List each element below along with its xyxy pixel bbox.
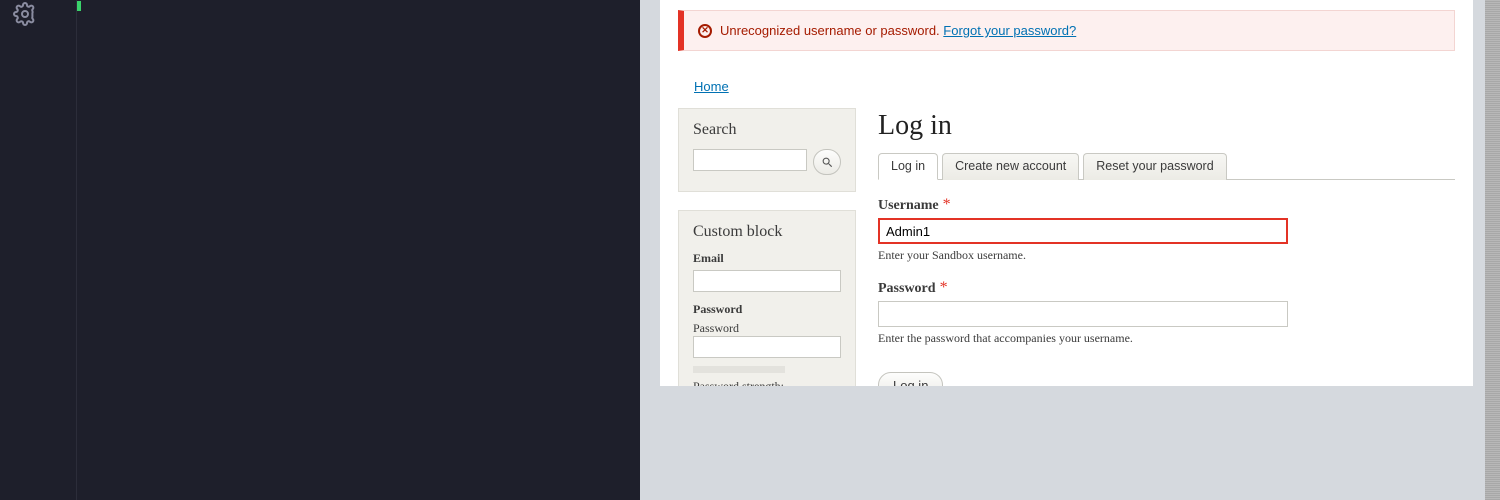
error-alert: ✕ Unrecognized username or password. For… xyxy=(678,10,1455,51)
username-label: Username xyxy=(878,198,939,213)
search-input[interactable] xyxy=(693,149,807,171)
password-inner-label: Password xyxy=(693,321,841,336)
browser-scrollbar[interactable] xyxy=(1485,0,1500,500)
forgot-password-link[interactable]: Forgot your password? xyxy=(943,23,1076,38)
editor-panel xyxy=(0,0,640,500)
tab-reset-password[interactable]: Reset your password xyxy=(1083,153,1226,180)
error-message-text: Unrecognized username or password. xyxy=(720,23,940,38)
search-block: Search xyxy=(678,108,856,192)
editor-gutter-modified-indicator xyxy=(77,1,81,11)
email-field[interactable] xyxy=(693,270,841,292)
sidebar: Search Custom block Email Password Passw… xyxy=(678,108,856,386)
page-content: ✕ Unrecognized username or password. For… xyxy=(660,0,1473,386)
page-title: Log in xyxy=(878,110,1455,142)
password-description: Enter the password that accompanies your… xyxy=(878,331,1455,346)
search-button[interactable] xyxy=(813,149,841,175)
password-input[interactable] xyxy=(878,301,1288,327)
required-marker: * xyxy=(943,196,951,213)
custom-block-title: Custom block xyxy=(693,223,841,241)
password-section-label: Password xyxy=(693,302,841,317)
email-label: Email xyxy=(693,251,841,266)
main-column: Log in Log in Create new account Reset y… xyxy=(878,108,1455,386)
password-label: Password xyxy=(878,281,936,296)
search-block-title: Search xyxy=(693,121,841,139)
browser-panel: ✕ Unrecognized username or password. For… xyxy=(640,0,1500,500)
login-button[interactable]: Log in xyxy=(878,372,943,386)
gear-icon[interactable] xyxy=(13,2,37,26)
required-marker: * xyxy=(940,279,948,296)
username-input[interactable] xyxy=(878,218,1288,244)
username-description: Enter your Sandbox username. xyxy=(878,248,1455,263)
password-form-item: Password * Enter the password that accom… xyxy=(878,279,1455,346)
tab-login[interactable]: Log in xyxy=(878,153,938,180)
custom-block: Custom block Email Password Password Pas… xyxy=(678,210,856,386)
search-icon xyxy=(821,156,834,169)
username-form-item: Username * Enter your Sandbox username. xyxy=(878,196,1455,263)
password-strength-bar xyxy=(693,366,785,373)
error-icon: ✕ xyxy=(698,24,712,38)
editor-activity-bar xyxy=(0,0,50,500)
breadcrumb: Home xyxy=(694,79,1473,94)
tab-create-account[interactable]: Create new account xyxy=(942,153,1079,180)
password-strength-label: Password strength: xyxy=(693,379,784,386)
breadcrumb-home-link[interactable]: Home xyxy=(694,79,729,94)
password-field-sidebar[interactable] xyxy=(693,336,841,358)
editor-divider xyxy=(76,0,77,500)
tabs: Log in Create new account Reset your pas… xyxy=(878,152,1455,180)
